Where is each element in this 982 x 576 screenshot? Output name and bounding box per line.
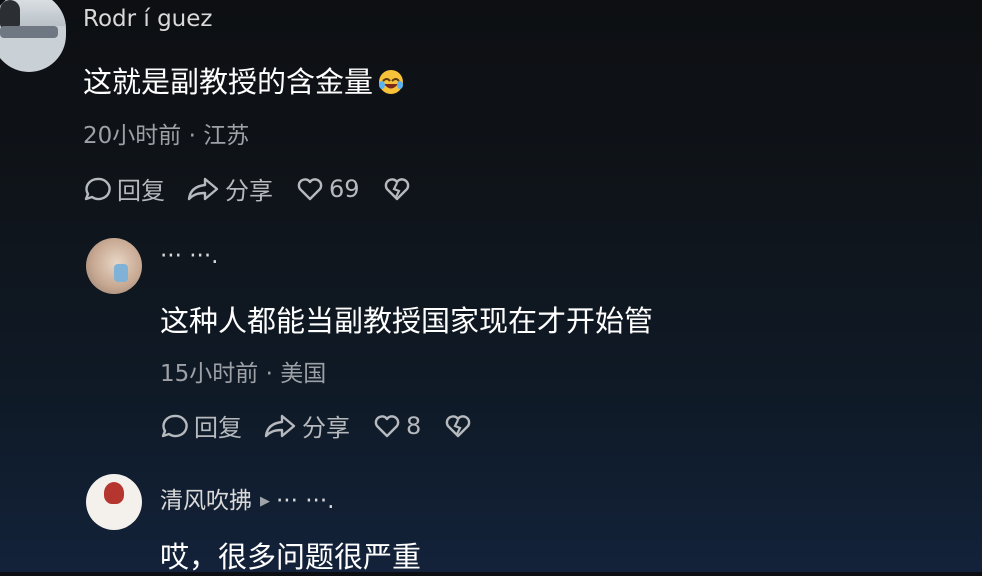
comment-meta: 20小时前 · 江苏 (83, 116, 249, 150)
comment-meta: 15小时前 · 美国 (160, 354, 326, 388)
reply-label: 回复 (194, 414, 242, 442)
broken-heart-icon (384, 177, 409, 200)
comment-actions: 回复 分享 69 (83, 171, 438, 206)
share-label: 分享 (302, 414, 350, 442)
comment-text: 这就是副教授的含金量 (83, 59, 405, 101)
like-count: 8 (406, 411, 422, 440)
heart-icon (374, 414, 400, 437)
laughing-crying-emoji-icon (379, 70, 404, 94)
broken-heart-icon (445, 414, 471, 437)
share-arrow-icon (264, 414, 296, 437)
avatar-detail (114, 264, 128, 282)
dislike-button[interactable] (382, 175, 416, 203)
comment-text: 哎，很多问题很严重 (160, 540, 422, 574)
avatar-person (0, 0, 20, 28)
reply-target[interactable]: ··· ···. (276, 488, 335, 514)
comment-bubble-icon (84, 177, 111, 200)
heart-icon (297, 177, 323, 200)
meta-separator: · (265, 361, 273, 387)
comment-username[interactable]: ··· ···. (160, 243, 219, 269)
comment-text: 这种人都能当副教授国家现在才开始管 (160, 304, 654, 338)
comment-bubble-icon (161, 414, 188, 437)
avatar-car (0, 26, 58, 38)
comment-username: 清风吹拂 ▶ ··· ···. (160, 481, 335, 515)
comment-actions: 回复 分享 8 (160, 408, 499, 443)
comment-location: 江苏 (203, 123, 250, 149)
share-label: 分享 (225, 177, 273, 205)
comment-username[interactable]: Rodr í guez (83, 6, 213, 32)
reply-button[interactable]: 回复 (160, 408, 242, 443)
like-button[interactable]: 8 (372, 412, 421, 440)
avatar[interactable] (86, 474, 142, 530)
share-button[interactable]: 分享 (187, 171, 273, 206)
comment-location: 美国 (280, 361, 327, 387)
avatar[interactable] (0, 0, 66, 72)
comment-time: 15小时前 (160, 361, 259, 387)
meta-separator: · (188, 123, 196, 149)
reply-button[interactable]: 回复 (83, 171, 165, 206)
reply-label: 回复 (117, 177, 165, 205)
share-button[interactable]: 分享 (264, 408, 350, 443)
like-button[interactable]: 69 (295, 175, 360, 203)
reply-author[interactable]: 清风吹拂 (160, 488, 252, 514)
avatar-figure (104, 482, 124, 504)
dislike-button[interactable] (443, 412, 477, 440)
reply-arrow-icon: ▶ (260, 494, 270, 509)
like-count: 69 (329, 174, 360, 203)
comment-body: 这就是副教授的含金量 (83, 65, 374, 99)
share-arrow-icon (187, 177, 219, 200)
comment-time: 20小时前 (83, 123, 182, 149)
avatar[interactable] (86, 238, 142, 294)
